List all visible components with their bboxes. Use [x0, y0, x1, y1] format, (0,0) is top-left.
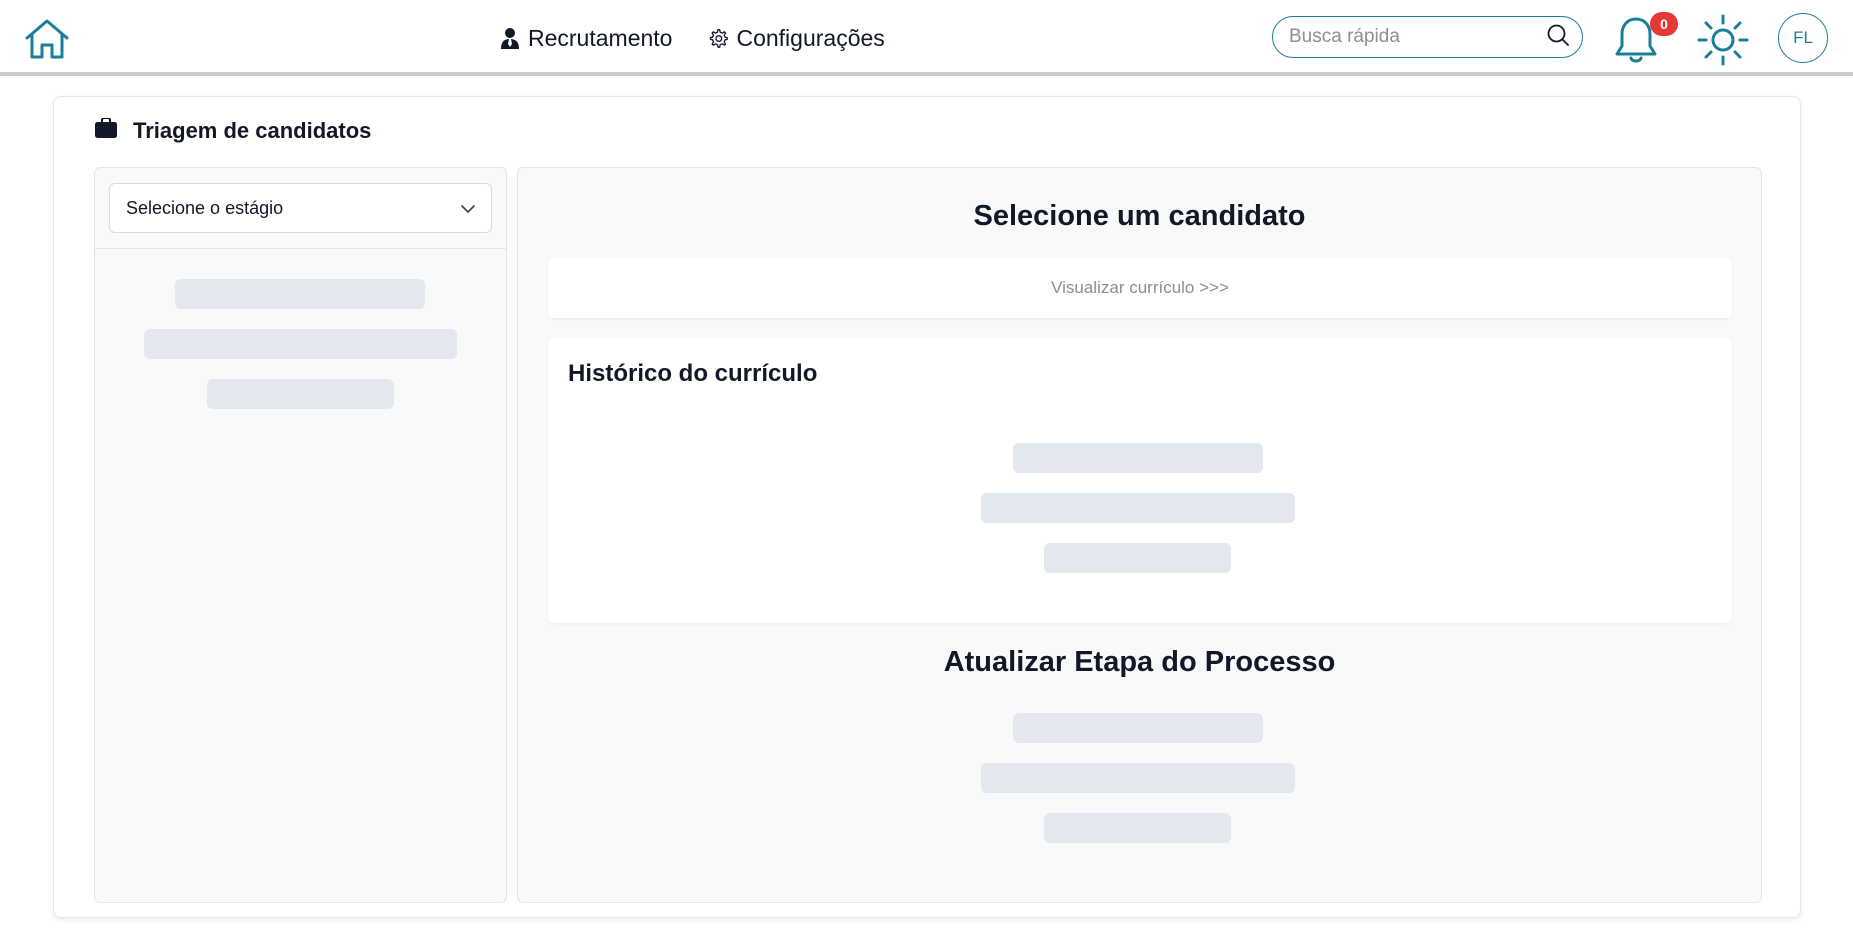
search-icon[interactable] [1546, 23, 1570, 52]
page-title: Triagem de candidatos [133, 118, 372, 143]
resume-history-title: Histórico do currículo [568, 360, 818, 387]
nav-recrutamento-label: Recrutamento [528, 24, 673, 51]
chevron-down-icon [461, 198, 475, 219]
candidate-list-panel: Selecione o estágio [94, 167, 507, 903]
loading-skeleton [175, 279, 425, 309]
gear-icon [708, 28, 729, 48]
page-title-row: Triagem de candidatos [95, 115, 371, 147]
user-tie-icon [500, 27, 520, 49]
sun-icon[interactable] [1697, 14, 1749, 66]
loading-skeleton [1013, 443, 1263, 473]
nav-recrutamento[interactable]: Recrutamento [500, 25, 672, 52]
top-bar: Recrutamento Configurações 0 [0, 0, 1853, 76]
divider [95, 248, 506, 249]
stage-select[interactable]: Selecione o estágio [109, 183, 492, 233]
nav-configuracoes[interactable]: Configurações [708, 24, 885, 52]
nav-configuracoes-label: Configurações [736, 24, 885, 51]
candidate-detail-panel: Selecione um candidato Visualizar curríc… [517, 167, 1762, 903]
loading-skeleton [207, 379, 394, 409]
loading-skeleton [1013, 713, 1263, 743]
stage-select-value: Selecione o estágio [126, 197, 284, 218]
quick-search [1272, 16, 1583, 58]
view-resume-link[interactable]: Visualizar currículo >>> [548, 258, 1732, 318]
loading-skeleton [1044, 813, 1231, 843]
update-stage-title: Atualizar Etapa do Processo [943, 646, 1336, 678]
loading-skeleton [981, 763, 1295, 793]
avatar[interactable]: FL [1778, 13, 1828, 63]
main-nav: Recrutamento Configurações [500, 20, 885, 56]
loading-skeleton [981, 493, 1295, 523]
loading-skeleton [144, 329, 457, 359]
notification-badge: 0 [1650, 12, 1678, 36]
briefcase-icon [95, 117, 117, 144]
select-candidate-title: Selecione um candidato [973, 200, 1306, 232]
home-icon[interactable] [24, 18, 70, 60]
screening-card: Triagem de candidatos Selecione o estági… [53, 96, 1801, 918]
resume-history-section: Histórico do currículo [548, 338, 1732, 623]
search-input[interactable] [1289, 26, 1546, 48]
loading-skeleton [1044, 543, 1231, 573]
